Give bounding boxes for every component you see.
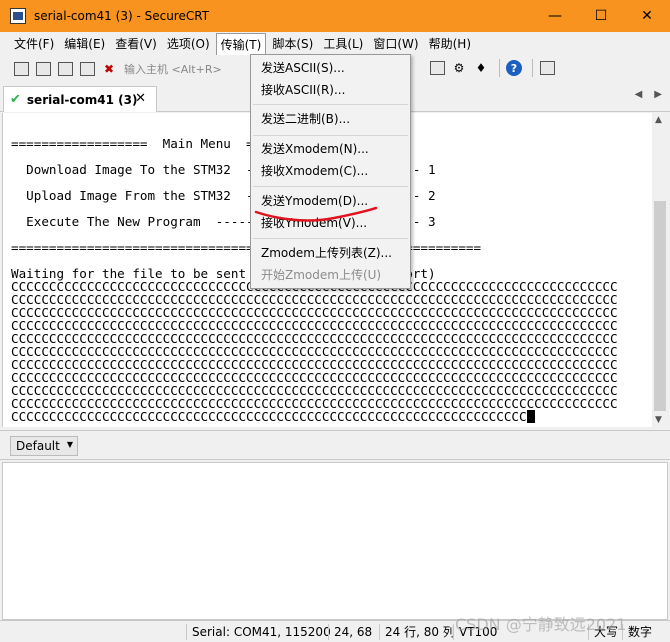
menu-item-receive-ascii[interactable]: 接收ASCII(R)...: [261, 80, 345, 100]
menu-options[interactable]: 选项(O): [163, 33, 214, 55]
screen-icon[interactable]: [538, 59, 556, 77]
terminal-cursor: [526, 410, 535, 423]
menu-file[interactable]: 文件(F): [10, 33, 58, 55]
toolbar-separator: [532, 59, 533, 77]
session-select-value: Default: [16, 439, 60, 453]
watermark: CSDN @宁静致远2021: [455, 615, 627, 634]
menu-transfer[interactable]: 传输(T): [215, 33, 267, 55]
status-connection: Serial: COM41, 115200: [186, 624, 336, 640]
terminal-line-text: CCCCCCCCCCCCCCCCCCCCCCCCCCCCCCCCCCCCCCCC…: [11, 409, 527, 424]
status-cursor-position: 24, 68: [328, 624, 377, 640]
menu-item-send-ymodem[interactable]: 发送Ymodem(D)...: [261, 191, 368, 211]
chevron-down-icon: ▼: [66, 440, 73, 449]
tab-prev-icon[interactable]: ◀: [635, 89, 643, 100]
settings-icon[interactable]: ⚙: [450, 59, 468, 77]
menu-bar: 文件(F) 编辑(E) 查看(V) 选项(O) 传输(T) 脚本(S) 工具(L…: [0, 32, 670, 56]
help-icon[interactable]: ?: [505, 59, 523, 77]
quick-connect-input[interactable]: 输入主机 <Alt+R>: [124, 61, 229, 77]
toolbar-separator: [499, 59, 500, 77]
menu-script[interactable]: 脚本(S): [268, 33, 317, 55]
scroll-down-icon[interactable]: ▼: [655, 415, 662, 425]
menu-separator: [253, 135, 408, 136]
scrollbar-thumb[interactable]: [654, 201, 666, 411]
app-icon: [10, 8, 26, 24]
menu-separator: [253, 238, 408, 239]
command-window[interactable]: [2, 462, 668, 620]
quick-connect-icon[interactable]: [34, 60, 52, 78]
menu-item-start-zmodem-upload: 开始Zmodem上传(U): [261, 268, 382, 282]
scroll-up-icon[interactable]: ▲: [655, 115, 662, 125]
tab-next-icon[interactable]: ▶: [654, 89, 662, 100]
window-controls: — ☐ ✕: [532, 0, 670, 32]
menu-separator: [253, 186, 408, 187]
status-num: 数字: [622, 624, 657, 640]
tab-label: serial-com41 (3): [26, 92, 138, 107]
tab-scroll-arrows: ◀ ▶: [635, 89, 662, 100]
menu-view[interactable]: 查看(V): [111, 33, 161, 55]
menu-item-receive-xmodem[interactable]: 接收Xmodem(C)...: [261, 161, 368, 181]
menu-separator: [253, 104, 408, 105]
transfer-menu: 发送ASCII(S)... 接收ASCII(R)... 发送二进制(B)... …: [250, 54, 411, 289]
menu-tools[interactable]: 工具(L): [319, 33, 367, 55]
connect-in-tab-icon[interactable]: [56, 60, 74, 78]
menu-item-receive-ymodem[interactable]: 接收Ymodem(V)...: [261, 213, 367, 233]
tab-close-icon[interactable]: ✕: [135, 91, 146, 106]
toolbar-right-group: ⚙ ♦ ?: [428, 59, 560, 77]
menu-item-send-ascii[interactable]: 发送ASCII(S)...: [261, 58, 345, 78]
terminal-scrollbar[interactable]: ▲ ▼: [652, 113, 668, 427]
menu-item-send-xmodem[interactable]: 发送Xmodem(N)...: [261, 139, 369, 159]
session-options-icon[interactable]: [428, 59, 446, 77]
maximize-button[interactable]: ☐: [578, 0, 624, 32]
keymap-icon[interactable]: ♦: [472, 59, 490, 77]
menu-item-zmodem-upload-list[interactable]: Zmodem上传列表(Z)...: [261, 243, 392, 263]
securecrt-window: serial-com41 (3) - SecureCRT — ☐ ✕ 文件(F)…: [0, 0, 670, 642]
window-title: serial-com41 (3) - SecureCRT: [34, 9, 210, 23]
menu-edit[interactable]: 编辑(E): [60, 33, 109, 55]
terminal-last-line: CCCCCCCCCCCCCCCCCCCCCCCCCCCCCCCCCCCCCCCC…: [11, 410, 535, 423]
title-bar: serial-com41 (3) - SecureCRT — ☐ ✕: [0, 0, 670, 32]
reconnect-icon[interactable]: [78, 60, 96, 78]
disconnect-icon[interactable]: ✖: [100, 60, 118, 78]
minimize-button[interactable]: —: [532, 0, 578, 32]
menu-help[interactable]: 帮助(H): [425, 33, 475, 55]
menu-item-send-binary[interactable]: 发送二进制(B)...: [261, 109, 350, 129]
connected-check-icon: ✔: [10, 92, 21, 107]
command-bar: Default ▼: [0, 430, 670, 460]
session-select[interactable]: Default ▼: [10, 436, 78, 456]
connect-icon[interactable]: [12, 60, 30, 78]
close-button[interactable]: ✕: [624, 0, 670, 32]
menu-window[interactable]: 窗口(W): [369, 33, 422, 55]
tab-serial-com41[interactable]: ✔ serial-com41 (3) ✕: [3, 86, 157, 112]
status-size: 24 行, 80 列: [379, 624, 460, 640]
